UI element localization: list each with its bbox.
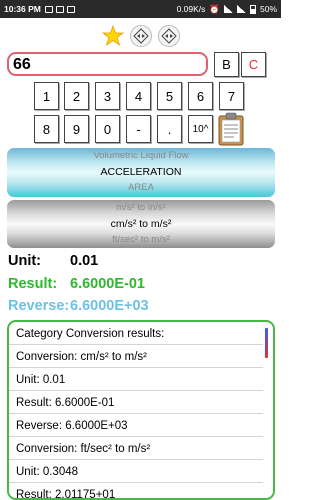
alarm-icon: ⏰: [209, 3, 220, 14]
list-item: Result: 2.01175+01: [9, 483, 263, 498]
key-2[interactable]: 2: [64, 82, 89, 110]
results-list[interactable]: Category Conversion results: Conversion:…: [7, 320, 275, 500]
key-4[interactable]: 4: [126, 82, 151, 110]
key-1[interactable]: 1: [34, 82, 59, 110]
star-icon[interactable]: [102, 25, 124, 47]
list-item: Unit: 0.3048: [9, 460, 263, 483]
unit-selected[interactable]: cm/s² to m/s²: [7, 216, 275, 232]
category-selected[interactable]: ACCELERATION: [7, 164, 275, 180]
unit-row: Unit: 0.01: [8, 253, 98, 269]
key-3[interactable]: 3: [95, 82, 120, 110]
reverse-label: Reverse:: [8, 298, 70, 314]
result-label: Result:: [8, 276, 58, 292]
key-7[interactable]: 7: [219, 82, 244, 110]
list-item: Conversion: cm/s² to m/s²: [9, 345, 263, 368]
list-item: Conversion: ft/sec² to m/s²: [9, 437, 263, 460]
clipboard-icon[interactable]: [218, 112, 244, 146]
category-option[interactable]: AREA: [7, 180, 275, 196]
clear-button[interactable]: C: [241, 52, 266, 77]
unit-label: Unit:: [8, 253, 42, 269]
list-item: Unit: 0.01: [9, 368, 263, 391]
unit-option[interactable]: m/s² to in/s²: [7, 200, 275, 216]
category-option[interactable]: Volumetric Liquid Flow: [7, 148, 275, 164]
key-5[interactable]: 5: [157, 82, 182, 110]
b-button[interactable]: B: [214, 52, 239, 77]
unit-value: 0.01: [70, 253, 99, 269]
unit-option[interactable]: ft/sec² to m/s²: [7, 232, 275, 248]
key-decimal[interactable]: .: [157, 115, 182, 143]
toolbar: [102, 25, 180, 47]
key-9[interactable]: 9: [64, 115, 89, 143]
key-8[interactable]: 8: [34, 115, 59, 143]
diamond-arrows-icon[interactable]: [158, 25, 180, 47]
value-input[interactable]: 66: [7, 52, 208, 76]
scrollbar[interactable]: [265, 328, 268, 358]
diamond-arrows-icon[interactable]: [130, 25, 152, 47]
signal-icon: [223, 5, 233, 13]
battery-icon: [249, 4, 256, 14]
status-bar: 10:36 PM 0.09K/s ⏰ 50%: [0, 0, 281, 18]
list-item: Result: 6.6000E-01: [9, 391, 263, 414]
battery-level: 50%: [259, 4, 277, 14]
key-0[interactable]: 0: [95, 115, 120, 143]
notification-icon: [44, 5, 53, 13]
status-time: 10:36 PM: [4, 4, 41, 14]
notification-icon: [55, 5, 64, 13]
signal-icon: [236, 5, 246, 13]
key-exponent[interactable]: 10^: [188, 115, 213, 143]
net-speed: 0.09K/s: [176, 4, 206, 14]
result-value: 6.6000E-01: [70, 276, 145, 292]
key-minus[interactable]: -: [126, 115, 151, 143]
list-item: Reverse: 6.6000E+03: [9, 414, 263, 437]
unit-picker[interactable]: m/s² to in/s² cm/s² to m/s² ft/sec² to m…: [7, 200, 275, 248]
notification-icon: [66, 5, 75, 13]
reverse-row: Reverse: 6.6000E+03: [8, 298, 149, 314]
key-6[interactable]: 6: [188, 82, 213, 110]
list-item: Category Conversion results:: [9, 322, 263, 345]
category-picker[interactable]: Volumetric Liquid Flow ACCELERATION AREA: [7, 148, 275, 197]
reverse-value: 6.6000E+03: [70, 298, 149, 314]
result-row: Result: 6.6000E-01: [8, 276, 145, 292]
notification-icons: [44, 5, 75, 13]
